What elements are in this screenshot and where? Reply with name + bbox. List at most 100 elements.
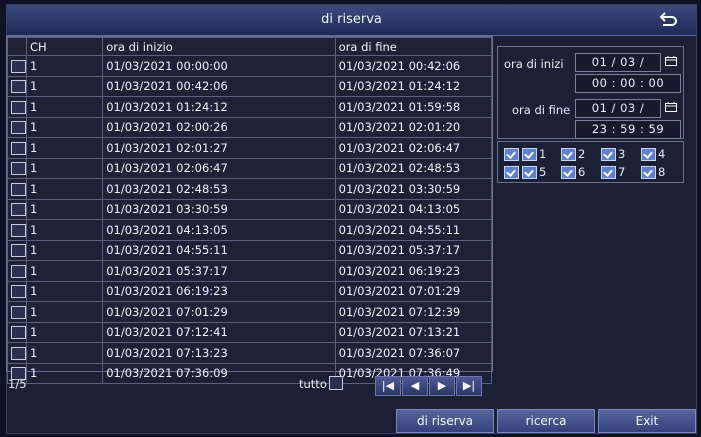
- row-end-cell: 01/03/2021 07:13:21: [334, 321, 493, 343]
- row-ch-cell: 1: [26, 157, 104, 179]
- row-select-cell[interactable]: [6, 137, 28, 159]
- table-row[interactable]: 1 01/03/2021 00:42:06 01/03/2021 01:24:12: [6, 75, 493, 97]
- row-checkbox[interactable]: [11, 244, 26, 258]
- calendar-icon[interactable]: [665, 56, 677, 66]
- table-row[interactable]: 1 01/03/2021 04:55:11 01/03/2021 05:37:17: [6, 239, 493, 261]
- table-row[interactable]: 1 01/03/2021 06:19:23 01/03/2021 07:01:29: [6, 280, 493, 302]
- calendar-icon[interactable]: [665, 102, 677, 112]
- prev-page-button[interactable]: ◀: [402, 376, 428, 396]
- row-select-cell[interactable]: [6, 75, 28, 97]
- start-date-field[interactable]: 01 / 03 / 2021: [575, 53, 661, 86]
- row-end-cell: 01/03/2021 00:42:06: [334, 55, 493, 77]
- backup-button[interactable]: di riserva: [396, 409, 494, 433]
- table-row[interactable]: 1 01/03/2021 01:24:12 01/03/2021 01:59:58: [6, 96, 493, 118]
- channel-3-checkbox[interactable]: [601, 148, 616, 161]
- row-checkbox[interactable]: [11, 59, 26, 73]
- row-checkbox[interactable]: [11, 346, 26, 360]
- title-bar: di riserva: [7, 5, 696, 36]
- end-date-field[interactable]: 01 / 03 / 2021: [575, 99, 661, 132]
- row-ch-cell: 1: [26, 260, 104, 282]
- row-select-cell[interactable]: [6, 260, 28, 282]
- row-end-cell: 01/03/2021 02:01:20: [334, 116, 493, 138]
- channel-5-checkbox[interactable]: [522, 166, 537, 179]
- row-checkbox[interactable]: [11, 162, 26, 176]
- table-row[interactable]: 1 01/03/2021 02:06:47 01/03/2021 02:48:53: [6, 157, 493, 179]
- select-all-checkbox[interactable]: [329, 376, 343, 390]
- row-start-cell: 01/03/2021 07:01:29: [102, 301, 336, 323]
- row-select-cell[interactable]: [6, 239, 28, 261]
- table-header-row: CH ora di inizio ora di fine: [6, 37, 493, 56]
- window-title: di riserva: [321, 12, 382, 27]
- last-page-button[interactable]: ▶|: [456, 376, 482, 396]
- row-ch-cell: 1: [26, 219, 104, 241]
- row-select-cell[interactable]: [6, 321, 28, 343]
- row-checkbox[interactable]: [11, 121, 26, 135]
- table-row[interactable]: 1 01/03/2021 07:01:29 01/03/2021 07:12:39: [6, 301, 493, 323]
- channel-3-label: 3: [618, 147, 626, 161]
- row-ch-cell: 1: [26, 342, 104, 364]
- first-page-button[interactable]: |◀: [375, 376, 401, 396]
- row-select-cell[interactable]: [6, 219, 28, 241]
- table-row[interactable]: 1 01/03/2021 07:12:41 01/03/2021 07:13:21: [6, 321, 493, 343]
- all-channels-row2-checkbox[interactable]: [504, 166, 519, 179]
- table-row[interactable]: 1 01/03/2021 02:00:26 01/03/2021 02:01:20: [6, 116, 493, 138]
- row-checkbox[interactable]: [11, 182, 26, 196]
- row-ch-cell: 1: [26, 198, 104, 220]
- table-row[interactable]: 1 01/03/2021 03:30:59 01/03/2021 04:13:05: [6, 198, 493, 220]
- row-checkbox[interactable]: [11, 141, 26, 155]
- row-ch-cell: 1: [26, 280, 104, 302]
- row-checkbox[interactable]: [11, 326, 26, 340]
- channel-1-checkbox[interactable]: [522, 148, 537, 161]
- row-checkbox[interactable]: [11, 100, 26, 114]
- channel-4-label: 4: [658, 147, 666, 161]
- row-select-cell[interactable]: [6, 342, 28, 364]
- row-end-cell: 01/03/2021 02:06:47: [334, 137, 493, 159]
- row-start-cell: 01/03/2021 03:30:59: [102, 198, 336, 220]
- row-select-cell[interactable]: [6, 178, 28, 200]
- table-row[interactable]: 1 01/03/2021 05:37:17 01/03/2021 06:19:23: [6, 260, 493, 282]
- table-row[interactable]: 1 01/03/2021 00:00:00 01/03/2021 00:42:06: [6, 55, 493, 77]
- table-row[interactable]: 1 01/03/2021 02:48:53 01/03/2021 03:30:59: [6, 178, 493, 200]
- channel-8-checkbox[interactable]: [641, 166, 656, 179]
- exit-button[interactable]: Exit: [598, 409, 696, 433]
- row-checkbox[interactable]: [11, 285, 26, 299]
- channel-1-label: 1: [539, 147, 547, 161]
- table-row[interactable]: 1 01/03/2021 04:13:05 01/03/2021 04:55:11: [6, 219, 493, 241]
- row-end-cell: 01/03/2021 01:24:12: [334, 75, 493, 97]
- table-row[interactable]: 1 01/03/2021 02:01:27 01/03/2021 02:06:47: [6, 137, 493, 159]
- next-page-button[interactable]: ▶: [429, 376, 455, 396]
- row-start-cell: 01/03/2021 07:12:41: [102, 321, 336, 343]
- start-time-header: ora di inizio: [102, 37, 336, 56]
- table-row[interactable]: 1 01/03/2021 07:13:23 01/03/2021 07:36:07: [6, 342, 493, 364]
- all-channels-checkbox[interactable]: [504, 148, 519, 161]
- row-select-cell[interactable]: [6, 116, 28, 138]
- row-end-cell: 01/03/2021 07:01:29: [334, 280, 493, 302]
- row-checkbox[interactable]: [11, 264, 26, 278]
- row-select-cell[interactable]: [6, 198, 28, 220]
- row-checkbox[interactable]: [11, 80, 26, 94]
- end-time-field[interactable]: 23 : 59 : 59: [575, 120, 681, 139]
- row-checkbox[interactable]: [11, 223, 26, 237]
- row-ch-cell: 1: [26, 137, 104, 159]
- channel-8-label: 8: [658, 165, 666, 179]
- channel-2-checkbox[interactable]: [561, 148, 576, 161]
- row-start-cell: 01/03/2021 05:37:17: [102, 260, 336, 282]
- row-select-cell[interactable]: [6, 280, 28, 302]
- next-page-icon: ▶: [437, 379, 447, 392]
- channel-7-checkbox[interactable]: [601, 166, 616, 179]
- channel-6-checkbox[interactable]: [561, 166, 576, 179]
- row-checkbox[interactable]: [11, 305, 26, 319]
- row-select-cell[interactable]: [6, 301, 28, 323]
- row-select-cell[interactable]: [6, 157, 28, 179]
- start-time-field[interactable]: 00 : 00 : 00: [575, 74, 681, 93]
- row-select-cell[interactable]: [6, 55, 28, 77]
- table-footer: 1/5 tutto |◀ ◀ ▶ ▶|: [6, 372, 493, 398]
- start-time-label: ora di inizi: [504, 57, 564, 71]
- end-time-header: ora di fine: [334, 37, 493, 56]
- return-arrow-icon[interactable]: [658, 11, 678, 29]
- row-checkbox[interactable]: [11, 203, 26, 217]
- row-start-cell: 01/03/2021 04:55:11: [102, 239, 336, 261]
- channel-4-checkbox[interactable]: [641, 148, 656, 161]
- row-select-cell[interactable]: [6, 96, 28, 118]
- search-button[interactable]: ricerca: [497, 409, 595, 433]
